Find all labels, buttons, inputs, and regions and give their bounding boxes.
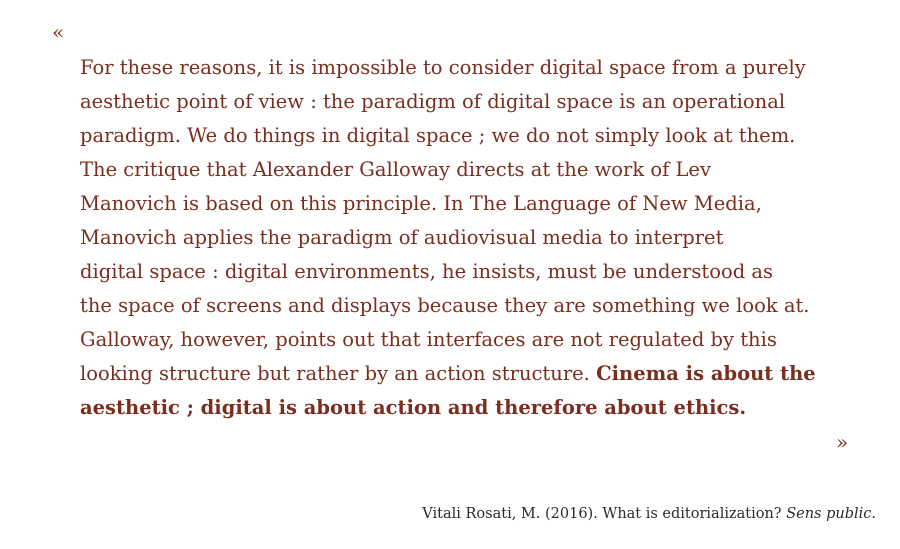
closing-quote-mark: »: [836, 430, 849, 454]
quote-line-1: For these reasons, it is impossible to c…: [80, 56, 806, 79]
citation: Vitali Rosati, M. (2016). What is editor…: [422, 504, 876, 524]
opening-quote-mark: «: [52, 20, 65, 44]
quote-text: For these reasons, it is impossible to c…: [80, 51, 855, 425]
quote-line-4: The critique that Alexander Galloway dir…: [80, 158, 711, 181]
quote-line-6: Manovich applies the paradigm of audiovi…: [80, 226, 724, 249]
citation-end: .: [871, 506, 876, 522]
emphasis-text-part-1: Cinema is about the: [596, 362, 816, 385]
quote-line-2: aesthetic point of view : the paradigm o…: [80, 90, 786, 113]
quote-line-10-regular: looking structure but rather by an actio…: [80, 362, 597, 385]
quote-line-9: Galloway, however, points out that inter…: [80, 328, 777, 351]
quote-line-7: digital space : digital environments, he…: [80, 260, 774, 283]
emphasis-text-part-2: aesthetic ; digital is about action and …: [80, 396, 747, 419]
quote-line-10: looking structure but rather by an actio…: [80, 357, 855, 391]
quote-line-5: Manovich is based on this principle. In …: [80, 192, 762, 215]
citation-source: Sens public: [786, 506, 872, 522]
quote-line-3: paradigm. We do things in digital space …: [80, 124, 796, 147]
quote-line-8: the space of screens and displays becaus…: [80, 294, 810, 317]
citation-text: Vitali Rosati, M. (2016). What is editor…: [422, 506, 787, 522]
